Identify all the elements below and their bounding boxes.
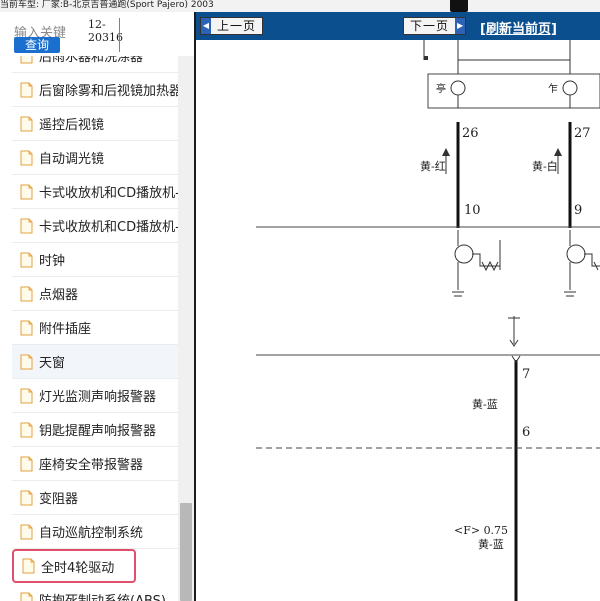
wiring-diagram: 亭 乍 26 27 黄-红 黄-白 10 9 7 黄-蓝 6 <F> 0.75 … [256, 40, 600, 601]
switch-housing [427, 73, 600, 109]
page-nav-bar: ◀ 上一页 下一页 ▶ [刷新当前页] [196, 12, 600, 40]
transistor-left [452, 230, 501, 297]
wire-spec-label: <F> 0.75 [454, 524, 508, 537]
tree-item[interactable]: 灯光监测声响报警器 [12, 379, 178, 413]
arrow-right-icon: ▶ [455, 18, 466, 34]
document-icon [20, 592, 33, 601]
tree-item-label: 时钟 [39, 254, 66, 269]
tree-item-label: 灯光监测声响报警器 [39, 390, 157, 405]
tree-scrollbar[interactable] [178, 56, 194, 601]
wire-center-label: 黄-蓝 [472, 397, 498, 411]
tree-item[interactable]: 防抱死制动系统(ABS) [12, 583, 178, 601]
tree-item[interactable]: 后窗除雾和后视镜加热器 [12, 73, 178, 107]
document-icon [20, 218, 33, 234]
pin-left-bottom: 10 [464, 203, 481, 218]
refresh-link[interactable]: [刷新当前页] [480, 18, 557, 37]
lamp-right-icon [562, 80, 578, 96]
document-icon [20, 56, 33, 64]
tree-item[interactable]: 座椅安全带报警器 [12, 447, 178, 481]
document-icon [20, 320, 33, 336]
tree-item-label: 钥匙提醒声响报警器 [39, 424, 157, 439]
date-stamp: 12- 20316 [88, 18, 123, 44]
tree-item[interactable]: 点烟器 [12, 277, 178, 311]
vehicle-info-bar: 当前车型: 厂家:B-北京吉普通跑(Sport Pajero) 2003 [0, 0, 600, 12]
tree-item-label: 防抱死制动系统(ABS) [39, 590, 178, 601]
document-icon [20, 286, 33, 302]
tree-item[interactable]: 时钟 [12, 243, 178, 277]
tree-item[interactable]: 全时4轮驱动 [12, 549, 136, 583]
document-icon [20, 524, 33, 540]
date-line-2: 20316 [88, 31, 123, 44]
wire-right-label: 黄-白 [532, 159, 558, 173]
wire-top-right [457, 40, 571, 61]
wire-left-label: 黄-红 [420, 159, 446, 173]
next-page-label: 下一页 [410, 19, 450, 33]
document-icon [22, 558, 35, 574]
transistor-right [564, 230, 600, 297]
pin-right-bottom: 9 [574, 203, 582, 218]
search-area: 输入关键 查询 12- 20316 [0, 12, 194, 56]
vehicle-info-text: 当前车型: 厂家:B-北京吉普通跑(Sport Pajero) 2003 [0, 0, 214, 10]
tree-item-label: 自动调光镜 [39, 152, 105, 167]
lamp-right-mark: 乍 [548, 82, 558, 95]
tree-item[interactable]: 变阻器 [12, 481, 178, 515]
document-icon [20, 422, 33, 438]
tree-item-label: 卡式收放机和CD播放机- [39, 186, 178, 201]
search-button[interactable]: 查询 [14, 37, 60, 53]
tree-item-label: 卡式收放机和CD播放机- [39, 220, 178, 235]
document-icon [20, 490, 33, 506]
tree-item[interactable]: 遥控后视镜 [12, 107, 178, 141]
document-icon [20, 252, 33, 268]
topic-tree: 后雨水器和洗涤器后窗除雾和后视镜加热器 遥控后视镜自动调光镜卡式收放机和CD播放机… [0, 56, 178, 601]
tree-item[interactable]: 后雨水器和洗涤器 [12, 56, 178, 73]
window-control-icon[interactable] [450, 0, 468, 12]
tree-item[interactable]: 附件插座 [12, 311, 178, 345]
tree-item-label: 后雨水器和洗涤器 [39, 56, 144, 65]
document-icon [20, 116, 33, 132]
document-icon [20, 354, 33, 370]
document-icon [20, 82, 33, 98]
pin-right-top: 27 [574, 126, 591, 141]
arrow-left-icon: ◀ [201, 18, 211, 34]
document-icon [20, 388, 33, 404]
left-panel: 输入关键 查询 12- 20316 后雨水器和洗涤器后窗除雾和后视镜加热器 遥控后… [0, 12, 194, 601]
tree-item-label: 附件插座 [39, 322, 92, 337]
pin-center-mid: 6 [522, 425, 530, 440]
tree-item-label: 变阻器 [39, 492, 79, 507]
pin-left-top: 26 [462, 126, 479, 141]
tree-item-label: 点烟器 [39, 288, 79, 303]
tree-item-label: 座椅安全带报警器 [39, 458, 144, 473]
document-icon [20, 184, 33, 200]
tree-item-label: 后窗除雾和后视镜加热器 [39, 84, 178, 99]
tree-item[interactable]: 钥匙提醒声响报警器 [12, 413, 178, 447]
tree-item[interactable]: 天窗 [12, 345, 178, 379]
document-icon [20, 456, 33, 472]
diagram-viewer: ◀ 上一页 下一页 ▶ [刷新当前页] 亭 乍 26 27 黄-红 黄-白 10… [194, 12, 600, 601]
document-icon [20, 150, 33, 166]
tree-item[interactable]: 自动巡航控制系统 [12, 515, 178, 549]
tree-item[interactable]: 卡式收放机和CD播放机- [12, 209, 178, 243]
date-line-1: 12- [88, 18, 106, 31]
prev-page-label: 上一页 [217, 19, 257, 33]
scrollbar-thumb[interactable] [180, 503, 192, 601]
tree-item-label: 自动巡航控制系统 [39, 526, 144, 541]
app-window: 当前车型: 厂家:B-北京吉普通跑(Sport Pajero) 2003 输入关… [0, 0, 600, 601]
lamp-left-icon [450, 80, 466, 96]
tree-item-label: 全时4轮驱动 [41, 560, 115, 576]
connector-symbol [508, 316, 520, 347]
wire-center-label-2: 黄-蓝 [478, 537, 504, 551]
cursor-divider [119, 18, 120, 52]
junction-dot [424, 56, 428, 60]
prev-page-button[interactable]: ◀ 上一页 [200, 17, 264, 35]
next-page-button[interactable]: 下一页 ▶ [403, 17, 467, 35]
tree-item-label: 遥控后视镜 [39, 118, 105, 133]
tree-item[interactable]: 卡式收放机和CD播放机- [12, 175, 178, 209]
tree-item-label: 天窗 [39, 356, 66, 371]
lamp-left-mark: 亭 [436, 82, 446, 95]
tree-item[interactable]: 自动调光镜 [12, 141, 178, 175]
topbar-filler [470, 0, 600, 12]
pin-center-top: 7 [522, 367, 530, 382]
